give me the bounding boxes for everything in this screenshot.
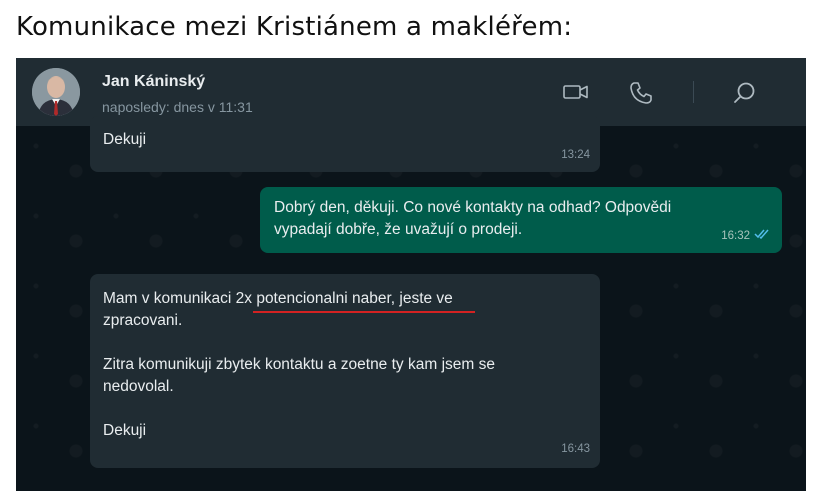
avatar[interactable] (32, 68, 80, 116)
message-bubble-incoming[interactable]: Dekuji 13:24 (90, 116, 600, 172)
search-icon[interactable] (732, 80, 758, 110)
message-text: Dekuji (103, 131, 147, 148)
message-time: 16:32 (721, 230, 750, 242)
page-title: Komunikace mezi Kristiánem a makléřem: (16, 12, 573, 42)
video-call-icon[interactable] (562, 80, 590, 108)
message-bubble-incoming[interactable]: Mam v komunikaci 2x potencionalni naber,… (90, 274, 600, 468)
chat-messages[interactable]: Dekuji 13:24 Dobrý den, děkuji. Co nové … (16, 116, 806, 491)
message-text: Dobrý den, děkuji. Co nové kontakty na o… (274, 199, 672, 238)
avatar-photo (32, 68, 80, 116)
message-bubble-outgoing[interactable]: Dobrý den, děkuji. Co nové kontakty na o… (260, 187, 782, 253)
contact-name[interactable]: Jan Káninský (102, 73, 205, 91)
message-time: 16:43 (561, 443, 590, 455)
highlight-underline (253, 311, 475, 313)
last-seen-status: naposledy: dnes v 11:31 (102, 99, 253, 115)
message-time: 13:24 (561, 149, 590, 161)
read-receipt-icon (754, 224, 772, 246)
phone-icon[interactable] (628, 80, 654, 110)
chat-window: Jan Káninský naposledy: dnes v 11:31 Dek… (16, 58, 806, 491)
header-divider (693, 81, 694, 103)
